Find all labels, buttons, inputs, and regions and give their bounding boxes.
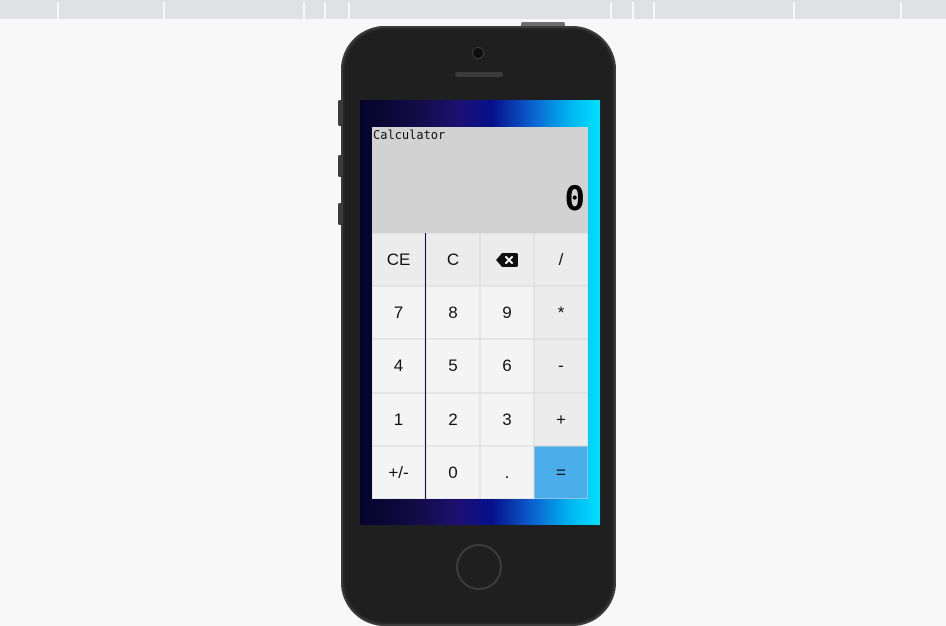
toolbar-divider xyxy=(348,2,350,19)
digit-0-key[interactable]: 0 xyxy=(426,446,480,499)
toolbar-divider xyxy=(57,2,59,19)
add-key[interactable]: + xyxy=(534,393,588,446)
digit-1-key[interactable]: 1 xyxy=(372,393,425,446)
digit-2-key[interactable]: 2 xyxy=(426,393,480,446)
divide-key[interactable]: / xyxy=(534,233,588,286)
decimal-key[interactable]: . xyxy=(480,446,534,499)
toolbar-divider xyxy=(653,2,655,19)
equals-key[interactable]: = xyxy=(534,446,588,499)
digit-7-key[interactable]: 7 xyxy=(372,286,425,339)
digit-4-key[interactable]: 4 xyxy=(372,339,425,393)
toolbar-divider xyxy=(303,2,305,19)
toolbar-divider xyxy=(900,2,902,19)
display-value: 0 xyxy=(564,179,585,219)
calculator-display: Calculator 0 xyxy=(372,127,588,233)
toolbar-divider xyxy=(632,2,634,19)
subtract-key[interactable]: - xyxy=(534,339,588,393)
calculator-title: Calculator xyxy=(373,128,446,142)
toolbar-divider xyxy=(163,2,165,19)
toolbar-divider xyxy=(610,2,612,19)
clear-key[interactable]: C xyxy=(426,233,480,286)
digit-3-key[interactable]: 3 xyxy=(480,393,534,446)
clear-entry-key[interactable]: CE xyxy=(372,233,425,286)
browser-toolbar xyxy=(0,0,946,19)
negate-key[interactable]: +/- xyxy=(372,446,425,499)
front-camera xyxy=(473,48,483,58)
backspace-button[interactable] xyxy=(480,233,534,286)
multiply-key[interactable]: * xyxy=(534,286,588,339)
digit-9-key[interactable]: 9 xyxy=(480,286,534,339)
digit-8-key[interactable]: 8 xyxy=(426,286,480,339)
keypad: CE C / 7 8 9 * 4 5 6- 1 2 3 + +/- 0. = xyxy=(372,233,588,499)
earpiece-speaker xyxy=(455,72,503,77)
calculator: Calculator 0 CE C/7 8 9 * 4 5 6-1 2 3 + +/- 0. = xyxy=(372,127,588,499)
backspace-icon xyxy=(496,252,518,267)
toolbar-divider xyxy=(793,2,795,19)
home-button[interactable] xyxy=(456,544,502,590)
digit-5-key[interactable]: 5 xyxy=(426,339,480,393)
toolbar-divider xyxy=(324,2,326,19)
digit-6-key[interactable]: 6 xyxy=(480,339,534,393)
